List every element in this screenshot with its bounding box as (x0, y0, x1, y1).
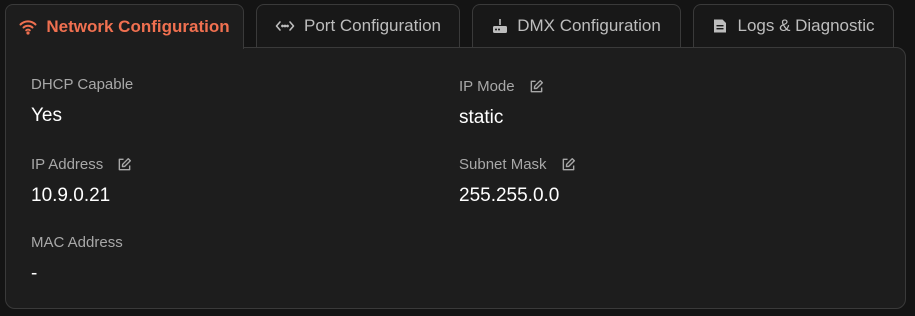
tab-port-configuration[interactable]: Port Configuration (256, 4, 460, 47)
subnet-mask-label: Subnet Mask (459, 155, 547, 173)
tab-label: Port Configuration (303, 16, 442, 35)
dhcp-capable-value: Yes (31, 105, 62, 126)
mac-address-field: MAC Address - (31, 233, 123, 285)
mac-address-label: MAC Address (31, 233, 123, 251)
tab-network-configuration[interactable]: Network Configuration (5, 4, 244, 49)
ip-mode-label: IP Mode (459, 77, 515, 95)
tab-label: DMX Configuration (517, 16, 661, 35)
code-arrows-icon (275, 19, 295, 33)
edit-subnet-mask-icon[interactable] (561, 157, 576, 172)
edit-ip-address-icon[interactable] (117, 157, 132, 172)
subnet-mask-value: 255.255.0.0 (459, 185, 560, 206)
ip-mode-field: IP Mode static (459, 77, 544, 129)
router-icon (492, 18, 508, 34)
tab-label: Network Configuration (46, 17, 230, 36)
document-icon (712, 18, 728, 34)
tab-bar: Network Configuration Port Configuration… (0, 0, 915, 49)
network-configuration-panel: DHCP Capable Yes IP Mode static IP Addre… (5, 47, 906, 309)
edit-ip-mode-icon[interactable] (529, 79, 544, 94)
ip-address-value: 10.9.0.21 (31, 185, 111, 206)
ip-address-label: IP Address (31, 155, 104, 173)
tab-dmx-configuration[interactable]: DMX Configuration (472, 4, 681, 47)
dhcp-capable-label: DHCP Capable (31, 75, 134, 93)
tab-label: Logs & Diagnostic (737, 16, 875, 35)
mac-address-value: - (31, 263, 38, 284)
subnet-mask-field: Subnet Mask 255.255.0.0 (459, 155, 576, 207)
ip-mode-value: static (459, 107, 504, 128)
tab-logs-diagnostic[interactable]: Logs & Diagnostic (693, 4, 894, 47)
wifi-icon (19, 19, 37, 35)
ip-address-field: IP Address 10.9.0.21 (31, 155, 132, 207)
dhcp-capable-field: DHCP Capable Yes (31, 75, 133, 127)
